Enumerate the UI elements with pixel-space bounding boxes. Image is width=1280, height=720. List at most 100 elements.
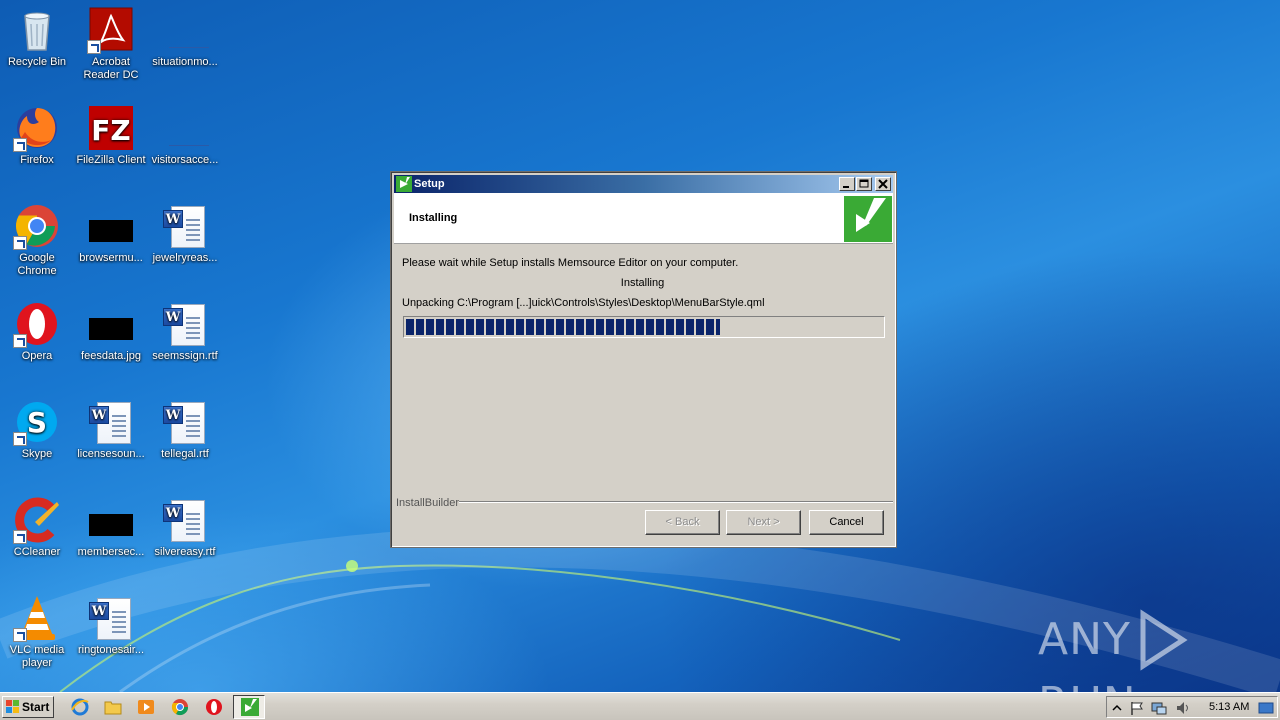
icon-label: Opera: [21, 350, 53, 362]
icon-label: ringtonesair...: [77, 644, 145, 656]
icon-label: tellegal.rtf: [161, 448, 209, 460]
setup-header: Installing: [394, 193, 893, 244]
icon-label: browsermu...: [79, 252, 143, 264]
setup-app-icon: [396, 176, 412, 192]
windows-logo-icon: [6, 700, 19, 713]
desktop-icon-visitorsacce[interactable]: visitorsacce...: [148, 104, 222, 167]
install-status: Installing: [620, 277, 665, 289]
skype-icon: S: [13, 398, 61, 446]
folder-icon[interactable]: [104, 698, 122, 716]
install-detail: Unpacking C:\Program [...]uick\Controls\…: [402, 297, 765, 309]
shortcut-arrow-icon: [13, 334, 27, 348]
filezilla-icon: FZ: [87, 104, 135, 152]
setup-icon: [241, 698, 259, 716]
desktop-icon-opera[interactable]: Opera: [0, 300, 74, 363]
blank-file-icon: [161, 104, 209, 152]
icon-label: Firefox: [20, 154, 54, 166]
show-desktop-icon[interactable]: [1258, 700, 1274, 716]
cancel-button[interactable]: Cancel: [809, 510, 884, 535]
desktop-icon-tellegal[interactable]: W tellegal.rtf: [148, 398, 222, 461]
desktop-icon-jewelryreas[interactable]: W jewelryreas...: [148, 202, 222, 265]
setup-title: Setup: [414, 178, 445, 190]
desktop-icon-recycle-bin[interactable]: Recycle Bin: [0, 6, 74, 69]
close-icon: [878, 179, 888, 189]
icon-label: silvereasy.rtf: [154, 546, 216, 558]
desktop-icon-firefox[interactable]: Firefox: [0, 104, 74, 167]
media-player-icon[interactable]: [137, 698, 155, 716]
shortcut-arrow-icon: [13, 138, 27, 152]
volume-icon[interactable]: [1175, 700, 1191, 716]
icon-label: jewelryreas...: [152, 252, 218, 264]
desktop-icon-filezilla[interactable]: FZ FileZilla Client: [74, 104, 148, 167]
desktop: Recycle Bin Firefox Google Chrome Opera …: [0, 0, 1280, 692]
shortcut-arrow-icon: [13, 628, 27, 642]
blank-file-icon: [161, 6, 209, 54]
desktop-icon-google-chrome[interactable]: Google Chrome: [0, 202, 74, 278]
chrome-icon[interactable]: [171, 698, 189, 716]
recycle-bin-icon: [13, 6, 61, 54]
icon-label: Skype: [21, 448, 53, 460]
system-tray: 5:13 AM: [1106, 696, 1278, 718]
desktop-icon-situationmo[interactable]: situationmo...: [148, 6, 222, 69]
icon-label: CCleaner: [13, 546, 61, 558]
memsource-logo-icon: [844, 196, 892, 242]
icon-label: Recycle Bin: [7, 56, 67, 68]
icon-label: situationmo...: [152, 56, 218, 68]
icon-label: licensesoun...: [77, 448, 145, 460]
black-image-icon: [87, 202, 135, 250]
clock[interactable]: 5:13 AM: [1209, 701, 1249, 713]
progress-bar: [403, 316, 885, 338]
word-doc-icon: W: [161, 300, 209, 348]
next-button[interactable]: Next >: [726, 510, 801, 535]
svg-text:FZ: FZ: [91, 114, 130, 147]
minimize-button[interactable]: [839, 177, 855, 191]
close-button[interactable]: [875, 177, 891, 191]
install-message: Please wait while Setup installs Memsour…: [402, 257, 739, 269]
taskbar: Start 5:13 AM: [0, 692, 1280, 720]
word-doc-icon: W: [87, 594, 135, 642]
desktop-icon-silvereasy[interactable]: W silvereasy.rtf: [148, 496, 222, 559]
shortcut-arrow-icon: [13, 530, 27, 544]
minimize-icon: [843, 186, 849, 188]
icon-label: Acrobat Reader DC: [83, 56, 139, 81]
start-button[interactable]: Start: [2, 696, 54, 718]
desktop-icon-skype[interactable]: S Skype: [0, 398, 74, 461]
icon-label: feesdata.jpg: [81, 350, 141, 362]
icon-label: VLC media player: [9, 644, 65, 669]
desktop-icon-licensesoun[interactable]: W licensesoun...: [74, 398, 148, 461]
desktop-icon-ringtonesair[interactable]: W ringtonesair...: [74, 594, 148, 657]
maximize-icon: [859, 179, 869, 188]
progress-fill: [406, 319, 721, 335]
icon-label: visitorsacce...: [151, 154, 219, 166]
back-button[interactable]: < Back: [645, 510, 720, 535]
network-icon[interactable]: [1151, 700, 1167, 716]
ccleaner-icon: [13, 496, 61, 544]
action-center-flag-icon[interactable]: [1129, 700, 1145, 716]
desktop-icon-ccleaner[interactable]: CCleaner: [0, 496, 74, 559]
opera-icon[interactable]: [205, 698, 223, 716]
show-hidden-icons-chevron-icon[interactable]: [1109, 700, 1125, 716]
shortcut-arrow-icon: [87, 40, 101, 54]
firefox-icon: [13, 104, 61, 152]
internet-explorer-icon[interactable]: [71, 698, 89, 716]
icon-label: seemssign.rtf: [152, 350, 218, 362]
maximize-button[interactable]: [856, 177, 872, 191]
setup-window: Setup Installing Please wait while Setup…: [390, 171, 897, 548]
chrome-icon: [13, 202, 61, 250]
desktop-icon-acrobat-reader[interactable]: Acrobat Reader DC: [74, 6, 148, 82]
anyrun-watermark: ANY RUN: [1038, 608, 1280, 692]
taskbar-setup-button[interactable]: [233, 695, 265, 719]
start-label: Start: [22, 700, 50, 714]
icon-label: membersec...: [77, 546, 145, 558]
setup-titlebar[interactable]: Setup: [394, 175, 893, 193]
icon-label: FileZilla Client: [76, 154, 146, 166]
desktop-icon-vlc[interactable]: VLC media player: [0, 594, 74, 670]
desktop-icon-browsermu[interactable]: browsermu...: [74, 202, 148, 265]
desktop-icon-feesdata[interactable]: feesdata.jpg: [74, 300, 148, 363]
icon-label: Google Chrome: [17, 252, 57, 277]
desktop-icon-seemssign[interactable]: W seemssign.rtf: [148, 300, 222, 363]
desktop-icon-membersec[interactable]: membersec...: [74, 496, 148, 559]
installbuilder-label: InstallBuilder: [396, 497, 459, 509]
black-image-icon: [87, 300, 135, 348]
acrobat-reader-icon: [87, 6, 135, 54]
